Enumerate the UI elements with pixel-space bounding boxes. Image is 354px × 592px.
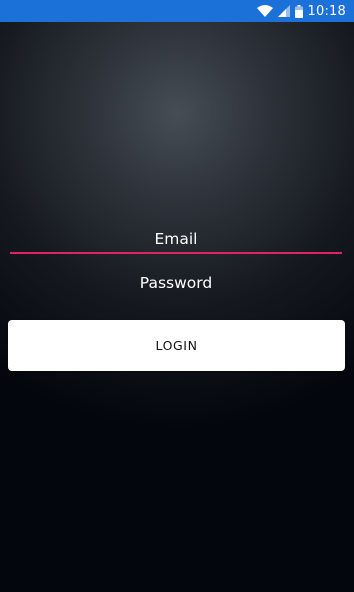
password-input[interactable]: Password <box>10 272 342 296</box>
cell-signal-icon <box>277 5 290 17</box>
wifi-icon <box>256 5 273 17</box>
status-bar: 10:18 <box>0 0 354 22</box>
email-input[interactable]: Email <box>10 228 342 254</box>
password-placeholder: Password <box>139 274 213 292</box>
status-time: 10:18 <box>307 3 346 19</box>
login-button[interactable]: LOGIN <box>8 320 345 371</box>
login-screen: Email Password LOGIN <box>0 22 354 592</box>
battery-icon <box>294 4 303 18</box>
login-button-label: LOGIN <box>155 338 198 353</box>
email-placeholder: Email <box>154 230 198 248</box>
